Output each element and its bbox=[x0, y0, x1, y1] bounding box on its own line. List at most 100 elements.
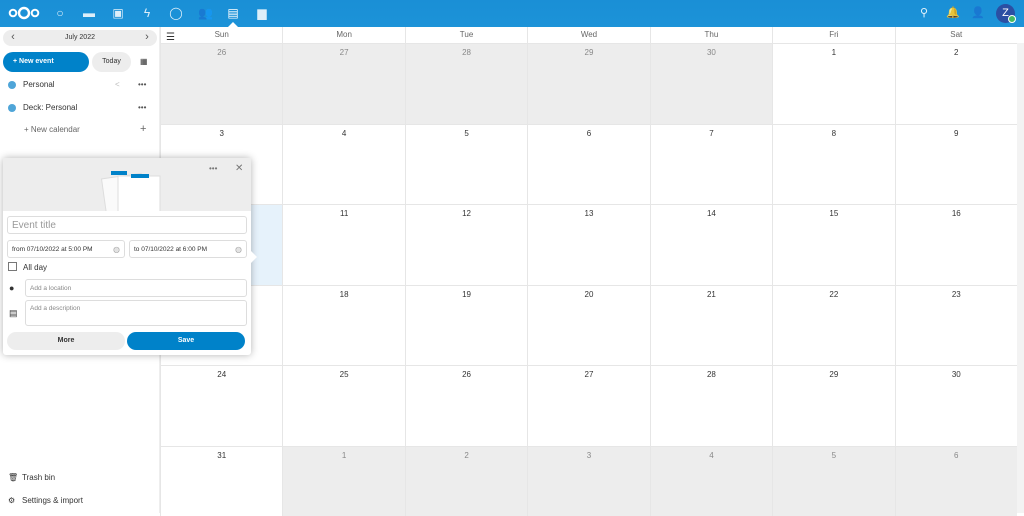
day-number[interactable]: 26 bbox=[217, 48, 226, 57]
day-number[interactable]: 14 bbox=[707, 209, 716, 218]
day-number[interactable]: 4 bbox=[709, 451, 713, 460]
day-cell[interactable]: 27 bbox=[282, 43, 405, 124]
day-cell[interactable]: 12 bbox=[404, 204, 528, 285]
end-datetime-input[interactable]: to 07/10/2022 at 6:00 PM ◍ bbox=[129, 240, 247, 258]
day-number[interactable]: 1 bbox=[342, 451, 346, 460]
day-cell[interactable]: 24 bbox=[160, 365, 283, 446]
day-number[interactable]: 6 bbox=[954, 451, 958, 460]
plus-icon[interactable]: + bbox=[140, 123, 146, 135]
day-number[interactable]: 5 bbox=[464, 129, 468, 138]
previous-month-button[interactable]: ‹ bbox=[5, 30, 21, 45]
day-cell[interactable]: 13 bbox=[527, 204, 650, 285]
day-cell[interactable]: 27 bbox=[527, 365, 650, 446]
contacts-icon[interactable]: 👥 bbox=[198, 6, 213, 20]
day-number[interactable]: 2 bbox=[464, 451, 468, 460]
day-number[interactable]: 8 bbox=[832, 129, 836, 138]
day-number[interactable]: 13 bbox=[585, 209, 594, 218]
day-number[interactable]: 2 bbox=[954, 48, 958, 57]
day-cell[interactable]: 14 bbox=[649, 204, 773, 285]
day-cell[interactable]: 30 bbox=[649, 43, 773, 124]
contacts-menu-icon[interactable]: 👤 bbox=[971, 6, 985, 20]
day-cell[interactable]: 4 bbox=[649, 445, 773, 516]
day-number[interactable]: 31 bbox=[217, 451, 226, 460]
search-icon[interactable]: ⚲ bbox=[917, 6, 931, 20]
day-cell[interactable]: 7 bbox=[649, 123, 773, 204]
day-number[interactable]: 6 bbox=[587, 129, 591, 138]
activity-icon[interactable]: ϟ bbox=[140, 6, 154, 20]
day-cell[interactable]: 23 bbox=[894, 284, 1017, 365]
day-number[interactable]: 22 bbox=[829, 290, 838, 299]
day-cell[interactable]: 5 bbox=[404, 123, 528, 204]
day-number[interactable]: 26 bbox=[462, 370, 471, 379]
event-title-input[interactable]: Event title bbox=[7, 216, 247, 234]
calendar-item-personal[interactable]: Personal < ••• bbox=[0, 74, 160, 96]
day-number[interactable]: 11 bbox=[340, 209, 348, 218]
day-cell[interactable]: 6 bbox=[894, 445, 1017, 516]
day-number[interactable]: 18 bbox=[340, 290, 349, 299]
day-cell[interactable]: 6 bbox=[527, 123, 650, 204]
day-cell[interactable]: 15 bbox=[772, 204, 895, 285]
location-input[interactable]: Add a location bbox=[25, 279, 247, 297]
day-number[interactable]: 3 bbox=[587, 451, 591, 460]
day-number[interactable]: 20 bbox=[585, 290, 594, 299]
day-cell[interactable]: 25 bbox=[282, 365, 405, 446]
settings-link[interactable]: ⚙ Settings & import bbox=[8, 496, 83, 505]
day-number[interactable]: 3 bbox=[219, 129, 223, 138]
notifications-icon[interactable]: 🔔 bbox=[946, 6, 960, 20]
day-number[interactable]: 28 bbox=[462, 48, 471, 57]
day-cell[interactable]: 9 bbox=[894, 123, 1017, 204]
deck-icon[interactable]: ▆ bbox=[255, 6, 269, 20]
day-cell[interactable]: 3 bbox=[527, 445, 650, 516]
day-cell[interactable]: 21 bbox=[649, 284, 773, 365]
day-number[interactable]: 24 bbox=[217, 370, 226, 379]
timezone-icon[interactable]: ◍ bbox=[113, 241, 120, 258]
day-number[interactable]: 30 bbox=[952, 370, 961, 379]
day-number[interactable]: 9 bbox=[954, 129, 958, 138]
day-cell[interactable]: 5 bbox=[772, 445, 895, 516]
day-number[interactable]: 21 bbox=[707, 290, 716, 299]
day-number[interactable]: 16 bbox=[952, 209, 961, 218]
day-number[interactable]: 25 bbox=[340, 370, 349, 379]
day-cell[interactable]: 2 bbox=[894, 43, 1017, 124]
next-month-button[interactable]: › bbox=[139, 30, 155, 45]
day-cell[interactable]: 1 bbox=[282, 445, 405, 516]
dashboard-icon[interactable]: ○ bbox=[53, 6, 67, 20]
checkbox-icon[interactable] bbox=[8, 262, 17, 271]
day-cell[interactable]: 2 bbox=[404, 445, 528, 516]
description-input[interactable]: Add a description bbox=[25, 300, 247, 326]
scrollbar[interactable] bbox=[1017, 43, 1024, 513]
more-options-icon[interactable]: ••• bbox=[209, 164, 217, 173]
calendar-color-dot[interactable] bbox=[8, 104, 16, 112]
day-number[interactable]: 1 bbox=[832, 48, 836, 57]
month-label[interactable]: July 2022 bbox=[65, 34, 95, 41]
day-number[interactable]: 29 bbox=[585, 48, 594, 57]
day-cell[interactable]: 19 bbox=[404, 284, 528, 365]
today-button[interactable]: Today bbox=[92, 52, 131, 72]
calendar-icon[interactable]: ▤ bbox=[226, 6, 240, 20]
day-cell[interactable]: 11 bbox=[282, 204, 405, 285]
share-icon[interactable]: < bbox=[115, 74, 120, 96]
day-cell[interactable]: 22 bbox=[772, 284, 895, 365]
calendar-item-deck-personal[interactable]: Deck: Personal ••• bbox=[0, 97, 160, 119]
day-cell[interactable]: 18 bbox=[282, 284, 405, 365]
all-day-checkbox[interactable]: All day bbox=[8, 262, 47, 272]
close-icon[interactable]: ✕ bbox=[235, 163, 243, 174]
more-icon[interactable]: ••• bbox=[138, 97, 146, 119]
day-number[interactable]: 27 bbox=[340, 48, 349, 57]
day-number[interactable]: 7 bbox=[709, 129, 713, 138]
day-number[interactable]: 23 bbox=[952, 290, 961, 299]
day-cell[interactable]: 26 bbox=[160, 43, 283, 124]
save-button[interactable]: Save bbox=[127, 332, 245, 350]
day-cell[interactable]: 29 bbox=[527, 43, 650, 124]
photos-icon[interactable]: ▣ bbox=[111, 6, 125, 20]
day-cell[interactable]: 20 bbox=[527, 284, 650, 365]
new-calendar-button[interactable]: + New calendar bbox=[24, 125, 80, 134]
more-icon[interactable]: ••• bbox=[138, 74, 146, 96]
files-icon[interactable]: ▬ bbox=[82, 6, 96, 20]
day-number[interactable]: 28 bbox=[707, 370, 716, 379]
day-number[interactable]: 19 bbox=[462, 290, 471, 299]
day-number[interactable]: 15 bbox=[829, 209, 838, 218]
day-number[interactable]: 5 bbox=[832, 451, 836, 460]
calendar-color-dot[interactable] bbox=[8, 81, 16, 89]
day-cell[interactable]: 29 bbox=[772, 365, 895, 446]
